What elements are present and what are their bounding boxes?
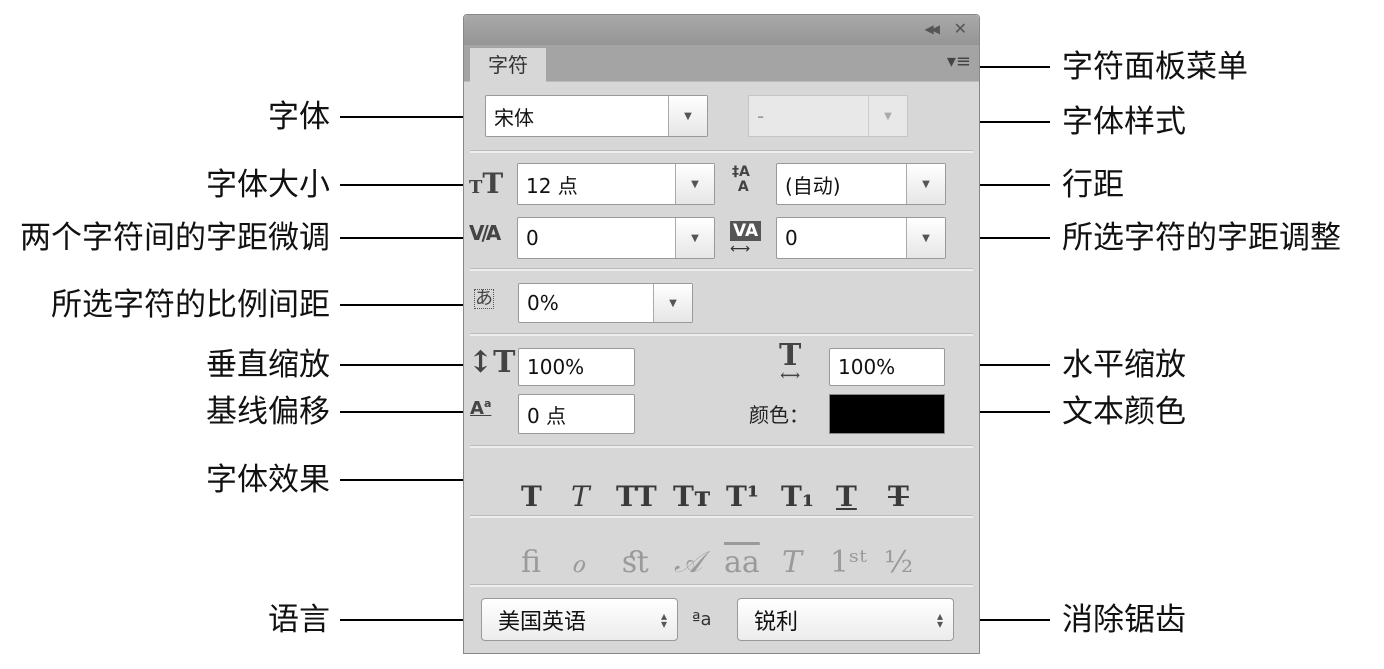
small-caps-button[interactable]: Tт: [673, 480, 711, 513]
leader-line: [340, 619, 478, 621]
leading-input[interactable]: (自动) ▼: [776, 163, 946, 205]
tracking-value: 0: [785, 226, 798, 250]
superscript-button[interactable]: T¹: [726, 480, 759, 513]
anti-alias-icon: ªa: [692, 609, 712, 630]
divider: [470, 150, 973, 153]
leader-line: [340, 411, 466, 413]
divider: [470, 584, 973, 587]
anti-alias-value: 锐利: [754, 609, 799, 635]
chevron-down-icon[interactable]: ▼: [668, 96, 707, 136]
callout-language: 语言: [268, 602, 330, 638]
character-panel: ◀◀ ✕ 字符 ▾≡ 宋体 ▼ - ▼ TT 12 点 ▼ ‡A A (自动) ▼ V/…: [463, 14, 980, 654]
font-family-value: 宋体: [494, 105, 534, 130]
baseline-shift-icon: Aa: [470, 397, 492, 419]
chevron-down-icon[interactable]: ▼: [675, 218, 714, 258]
divider: [470, 268, 973, 271]
divider: [470, 515, 973, 518]
tracking-input[interactable]: 0 ▼: [776, 217, 946, 259]
leader-line: [340, 237, 466, 239]
leader-line: [968, 66, 1050, 68]
subscript-button[interactable]: T₁: [781, 480, 814, 513]
chevron-down-icon[interactable]: ▼: [906, 164, 945, 204]
tab-bar: 字符 ▾≡: [464, 45, 979, 82]
leader-line: [340, 184, 466, 186]
font-size-value: 12 点: [526, 173, 578, 198]
fractions-button[interactable]: ½: [884, 545, 913, 580]
font-size-icon: TT: [469, 167, 504, 200]
leader-line: [340, 116, 482, 118]
all-caps-button[interactable]: TT: [616, 480, 657, 513]
callout-anti-alias: 消除锯齿: [1062, 602, 1186, 638]
discretionary-ligatures-button[interactable]: ﬆ: [622, 545, 650, 580]
tsume-icon: あ: [474, 288, 494, 309]
collapse-icon[interactable]: ◀◀: [925, 22, 941, 36]
anti-alias-select[interactable]: 锐利 ▴ ▾: [737, 598, 954, 641]
leader-line: [340, 364, 466, 366]
callout-font-style: 字体样式: [1062, 104, 1186, 140]
swash-button[interactable]: 𝒜: [674, 545, 702, 580]
tracking-arrow-icon: ⟷: [730, 241, 751, 257]
callout-horizontal-scale: 水平缩放: [1062, 347, 1186, 383]
panel-title-bar[interactable]: ◀◀ ✕: [464, 15, 979, 45]
leading-value: (自动): [785, 173, 841, 198]
tsume-input[interactable]: 0% ▼: [518, 283, 693, 323]
callout-leading: 行距: [1062, 167, 1124, 203]
spinner-icon: ▴ ▾: [660, 608, 667, 631]
tab-character[interactable]: 字符: [470, 48, 546, 82]
color-swatch[interactable]: [829, 394, 945, 434]
chevron-down-icon[interactable]: ▼: [675, 164, 714, 204]
baseline-shift-input[interactable]: 0 点: [518, 394, 635, 434]
vertical-scale-icon: ↕T: [468, 345, 516, 380]
ligatures-button[interactable]: ﬁ: [521, 545, 541, 580]
language-select[interactable]: 美国英语 ▴ ▾: [481, 598, 678, 641]
kerning-input[interactable]: 0 ▼: [517, 217, 715, 259]
leading-icon: ‡A A: [732, 164, 750, 195]
faux-bold-button[interactable]: T: [521, 480, 542, 513]
divider: [470, 333, 973, 336]
chevron-down-icon[interactable]: ▼: [868, 96, 907, 136]
old-style-button[interactable]: ℴ: [571, 545, 585, 580]
font-style-value: -: [757, 104, 765, 128]
callout-baseline-shift: 基线偏移: [206, 394, 330, 430]
panel-menu-icon[interactable]: ▾≡: [947, 51, 971, 72]
spinner-icon: ▴ ▾: [936, 608, 943, 631]
strikethrough-button[interactable]: T: [888, 480, 909, 513]
underline-button[interactable]: T: [836, 480, 857, 513]
kerning-icon: V/A: [469, 221, 501, 245]
callout-font-size: 字体大小: [206, 167, 330, 203]
chevron-down-icon[interactable]: ▼: [653, 284, 692, 322]
titling-alternates-button[interactable]: T: [782, 545, 802, 580]
horizontal-scale-input[interactable]: 100%: [829, 348, 945, 386]
kerning-value: 0: [526, 226, 539, 250]
close-icon[interactable]: ✕: [954, 19, 967, 38]
callout-text-color: 文本颜色: [1062, 394, 1186, 430]
callout-kerning: 两个字符间的字距微调: [20, 220, 330, 256]
font-size-input[interactable]: 12 点 ▼: [517, 163, 715, 205]
divider: [470, 445, 973, 448]
vertical-scale-input[interactable]: 100%: [518, 348, 635, 386]
callout-panel-menu: 字符面板菜单: [1062, 49, 1248, 85]
horizontal-scale-value: 100%: [838, 355, 896, 379]
horizontal-scale-icon: T ⟷: [779, 338, 802, 384]
callout-vertical-scale: 垂直缩放: [206, 347, 330, 383]
callout-tracking: 所选字符的字距调整: [1062, 220, 1341, 256]
ordinals-button[interactable]: 1ˢᵗ: [830, 545, 867, 580]
leader-line: [340, 304, 472, 306]
baseline-shift-value: 0 点: [527, 403, 567, 428]
stylistic-alternates-button[interactable]: aa: [724, 545, 760, 580]
callout-font-family: 字体: [268, 99, 330, 135]
font-family-select[interactable]: 宋体 ▼: [485, 95, 708, 137]
tsume-value: 0%: [527, 291, 559, 315]
font-style-select[interactable]: - ▼: [748, 95, 908, 137]
faux-italic-button[interactable]: T: [571, 480, 590, 513]
vertical-scale-value: 100%: [527, 355, 585, 379]
tracking-icon: VA: [730, 221, 762, 241]
chevron-down-icon[interactable]: ▼: [906, 218, 945, 258]
callout-tsume: 所选字符的比例间距: [51, 287, 330, 323]
language-value: 美国英语: [498, 609, 587, 635]
callout-font-effects: 字体效果: [206, 462, 330, 498]
color-label: 颜色：: [749, 403, 809, 427]
